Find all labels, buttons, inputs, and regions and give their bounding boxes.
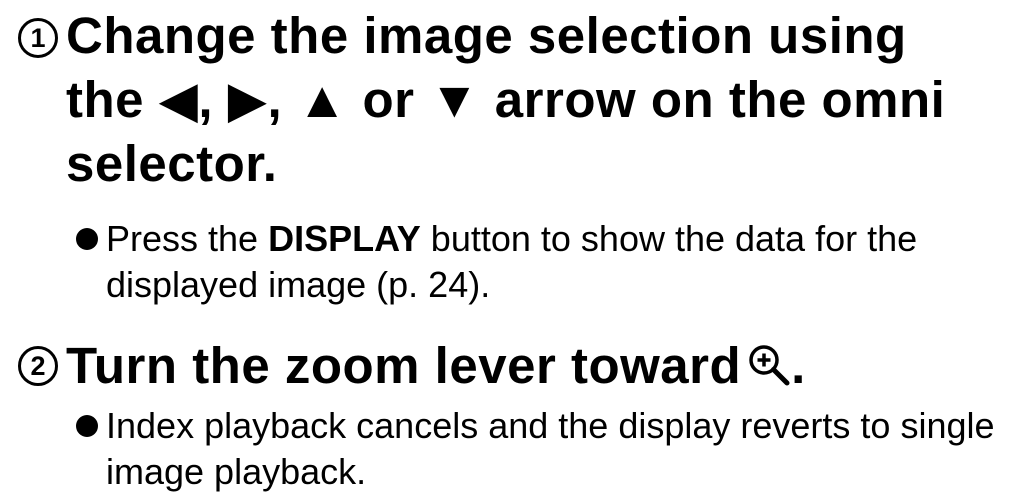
separator: , — [267, 71, 297, 128]
step-number-1: 1 — [18, 18, 58, 58]
down-arrow-icon: ▼ — [429, 71, 481, 128]
bullet-1-text: Press the DISPLAY button to show the dat… — [106, 218, 918, 305]
left-arrow-icon: ◀ — [158, 71, 199, 128]
bullet-1: Press the DISPLAY button to show the dat… — [76, 216, 1006, 308]
bullet-dot-icon — [76, 228, 98, 250]
bullet-2: Index playback cancels and the display r… — [76, 403, 1006, 495]
display-button-label: DISPLAY — [268, 218, 421, 259]
step-2-instruction: Turn the zoom lever toward. — [66, 334, 806, 402]
step-number-2: 2 — [18, 346, 58, 386]
bullet-2-text: Index playback cancels and the display r… — [106, 405, 995, 492]
up-arrow-icon: ▲ — [296, 71, 348, 128]
step-2: 2 Turn the zoom lever toward. — [18, 334, 806, 402]
or-word: or — [347, 71, 430, 128]
step-1: 1 Change the image selection using the ◀… — [18, 4, 986, 196]
bullet-dot-icon — [76, 415, 98, 437]
zoom-in-icon — [747, 338, 791, 402]
separator: , — [198, 71, 228, 128]
step-2-period: . — [791, 337, 806, 394]
step-2-text: Turn the zoom lever toward — [66, 337, 742, 394]
step-1-instruction: Change the image selection using the ◀, … — [66, 4, 986, 196]
right-arrow-icon: ▶ — [227, 71, 268, 128]
